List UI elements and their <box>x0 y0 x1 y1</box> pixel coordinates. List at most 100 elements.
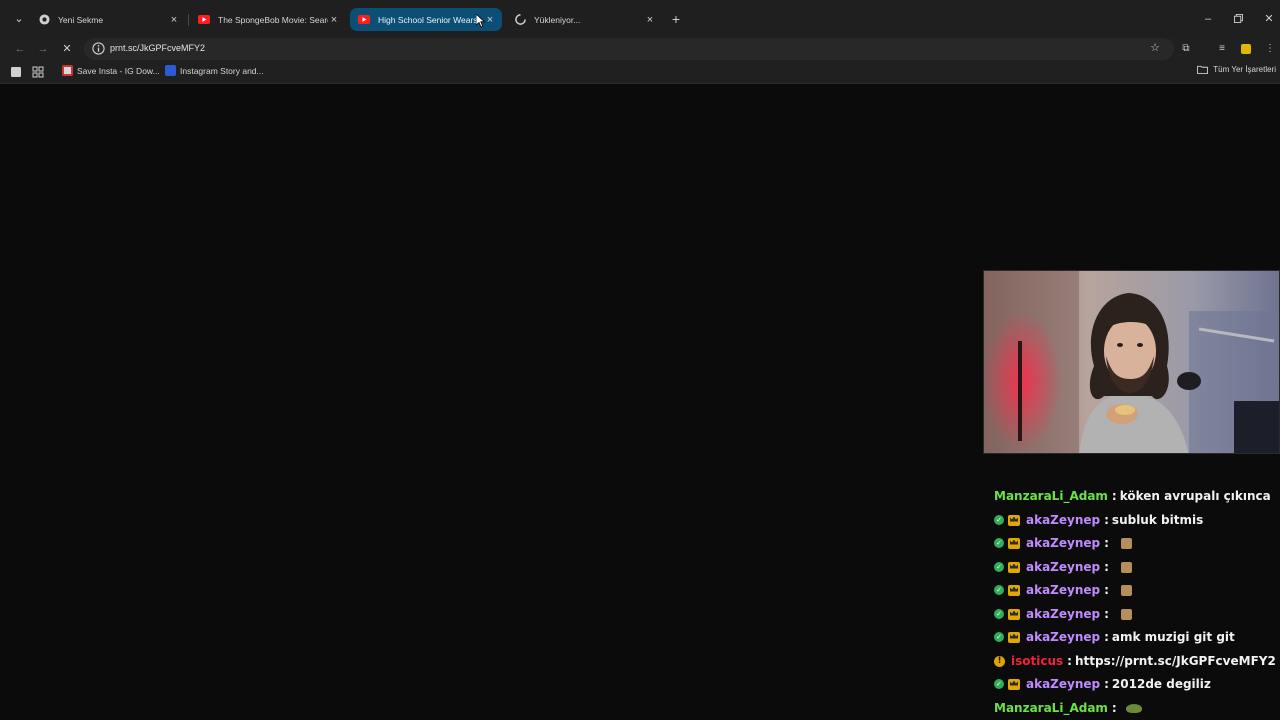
chat-message: ✓ akaZeynep : <box>994 557 1132 577</box>
chat-separator: : <box>1104 513 1109 527</box>
bookmark-label: Save Insta - IG Dow... <box>77 65 160 76</box>
toolbar: ← → ✕ prnt.sc/JkGPFcveMFY2 ☆ ⧉ ≡ ⋮ <box>0 38 1280 60</box>
extensions-puzzle-icon[interactable]: ⧉ <box>1178 41 1194 57</box>
restore-icon[interactable] <box>1228 10 1248 28</box>
bookmark-star-icon[interactable]: ☆ <box>1150 41 1160 54</box>
chat-separator: : <box>1104 630 1109 644</box>
tab-spongebob[interactable]: The SpongeBob Movie: Search × <box>190 8 346 31</box>
chat-username: isoticus <box>1011 654 1064 668</box>
folder-icon <box>1197 65 1209 74</box>
extension-icon[interactable] <box>1238 41 1254 57</box>
crown-badge-icon <box>1008 584 1020 596</box>
emote-icon <box>1120 537 1132 549</box>
instagram-story-icon <box>165 65 176 76</box>
chat-text: amk muzigi git git <box>1111 630 1235 644</box>
tab-title: High School Senior Wears <box>378 14 478 25</box>
bookmark-instagram-story[interactable]: Instagram Story and... <box>165 65 264 76</box>
chat-username: akaZeynep <box>1026 513 1101 527</box>
chat-separator: : <box>1111 489 1117 503</box>
chat-username: akaZeynep <box>1026 583 1101 597</box>
youtube-icon <box>358 14 370 26</box>
chat-text: subluk bitmis <box>1111 513 1204 527</box>
chat-message: ManzaraLi_Adam : köken avrupalı çıkınca <box>994 486 1271 506</box>
chrome-icon <box>38 14 50 26</box>
youtube-icon <box>198 14 210 26</box>
chat-username: akaZeynep <box>1026 536 1101 550</box>
all-bookmarks-label: Tüm Yer İşaretleri <box>1213 65 1276 74</box>
bookmark-square-icon[interactable] <box>10 66 22 78</box>
minimize-icon[interactable]: – <box>1198 10 1218 28</box>
tab-yeni-sekme[interactable]: Yeni Sekme × <box>30 8 186 31</box>
warning-badge-icon: ! <box>994 655 1005 667</box>
chat-message: ✓ akaZeynep : <box>994 580 1132 600</box>
crown-badge-icon <box>1008 537 1020 549</box>
verified-check-icon: ✓ <box>994 632 1004 642</box>
crown-badge-icon <box>1008 631 1020 643</box>
emote-icon <box>1120 561 1132 573</box>
chat-username: ManzaraLi_Adam <box>994 489 1108 503</box>
chat-separator: : <box>1104 677 1109 691</box>
loading-spinner-icon <box>514 14 526 26</box>
mouse-cursor-icon <box>476 14 486 28</box>
close-window-icon[interactable]: ✕ <box>1259 10 1279 28</box>
chat-message: ManzaraLi_Adam : <box>994 698 1142 718</box>
save-insta-icon <box>62 65 73 76</box>
verified-check-icon: ✓ <box>994 515 1004 525</box>
tab-title: Yeni Sekme <box>58 14 104 25</box>
tab-strip: ⌄ Yeni Sekme × The SpongeBob Movie: Sear… <box>0 0 1280 38</box>
chat-username: akaZeynep <box>1026 560 1101 574</box>
close-icon[interactable]: × <box>644 14 656 26</box>
bookmark-label: Instagram Story and... <box>180 65 264 76</box>
verified-check-icon: ✓ <box>994 538 1004 548</box>
menu-dots-icon[interactable]: ⋮ <box>1262 41 1278 57</box>
crown-badge-icon <box>1008 514 1020 526</box>
chat-username: ManzaraLi_Adam <box>994 701 1108 715</box>
webcam-overlay <box>983 270 1280 454</box>
bookmarks-bar: Save Insta - IG Dow... Instagram Story a… <box>0 60 1280 84</box>
url-text: prnt.sc/JkGPFcveMFY2 <box>110 43 206 53</box>
tab-search-chevron-down-icon[interactable]: ⌄ <box>10 11 28 27</box>
bookmark-save-insta[interactable]: Save Insta - IG Dow... <box>62 65 160 76</box>
chat-username: akaZeynep <box>1026 677 1101 691</box>
all-bookmarks[interactable]: Tüm Yer İşaretleri <box>1197 65 1276 74</box>
tab-title: The SpongeBob Movie: Search <box>218 14 328 25</box>
chat-text: 2012de degiliz <box>1111 677 1211 691</box>
chat-separator: : <box>1111 701 1117 715</box>
verified-check-icon: ✓ <box>994 585 1004 595</box>
tab-title: Yükleniyor... <box>534 14 581 25</box>
site-info-icon[interactable] <box>92 42 105 55</box>
back-arrow-icon[interactable]: ← <box>12 41 28 57</box>
address-bar[interactable]: prnt.sc/JkGPFcveMFY2 ☆ <box>84 38 1174 60</box>
media-control-icon[interactable]: ≡ <box>1214 41 1230 57</box>
chat-message: ! isoticus : https://prnt.sc/JkGPFcveMFY… <box>994 651 1276 671</box>
frog-emote-icon <box>1125 703 1142 713</box>
tab-loading[interactable]: Yükleniyor... × <box>506 8 662 31</box>
close-icon[interactable]: × <box>328 14 340 26</box>
chat-text: köken avrupalı çıkınca <box>1119 489 1271 503</box>
emote-icon <box>1120 584 1132 596</box>
chat-text: https://prnt.sc/JkGPFcveMFY2 <box>1074 654 1276 668</box>
close-icon[interactable]: × <box>168 14 180 26</box>
forward-arrow-icon[interactable]: → <box>35 41 51 57</box>
chat-message: ✓ akaZeynep : subluk bitmis <box>994 510 1203 530</box>
chat-username: akaZeynep <box>1026 607 1101 621</box>
crown-badge-icon <box>1008 678 1020 690</box>
verified-check-icon: ✓ <box>994 679 1004 689</box>
tab-divider <box>188 14 189 26</box>
chat-separator: : <box>1104 583 1109 597</box>
apps-grid-icon[interactable] <box>32 66 44 78</box>
verified-check-icon: ✓ <box>994 562 1004 572</box>
chat-separator: : <box>1104 536 1109 550</box>
stop-loading-icon[interactable]: ✕ <box>59 41 75 57</box>
webcam-image <box>984 271 1279 453</box>
emote-icon <box>1120 608 1132 620</box>
chat-message: ✓ akaZeynep : amk muzigi git git <box>994 627 1235 647</box>
crown-badge-icon <box>1008 561 1020 573</box>
chat-separator: : <box>1067 654 1072 668</box>
chat-separator: : <box>1104 560 1109 574</box>
chat-username: akaZeynep <box>1026 630 1101 644</box>
chat-separator: : <box>1104 607 1109 621</box>
new-tab-plus-icon[interactable]: + <box>668 11 684 27</box>
crown-badge-icon <box>1008 608 1020 620</box>
chat-message: ✓ akaZeynep : 2012de degiliz <box>994 674 1211 694</box>
